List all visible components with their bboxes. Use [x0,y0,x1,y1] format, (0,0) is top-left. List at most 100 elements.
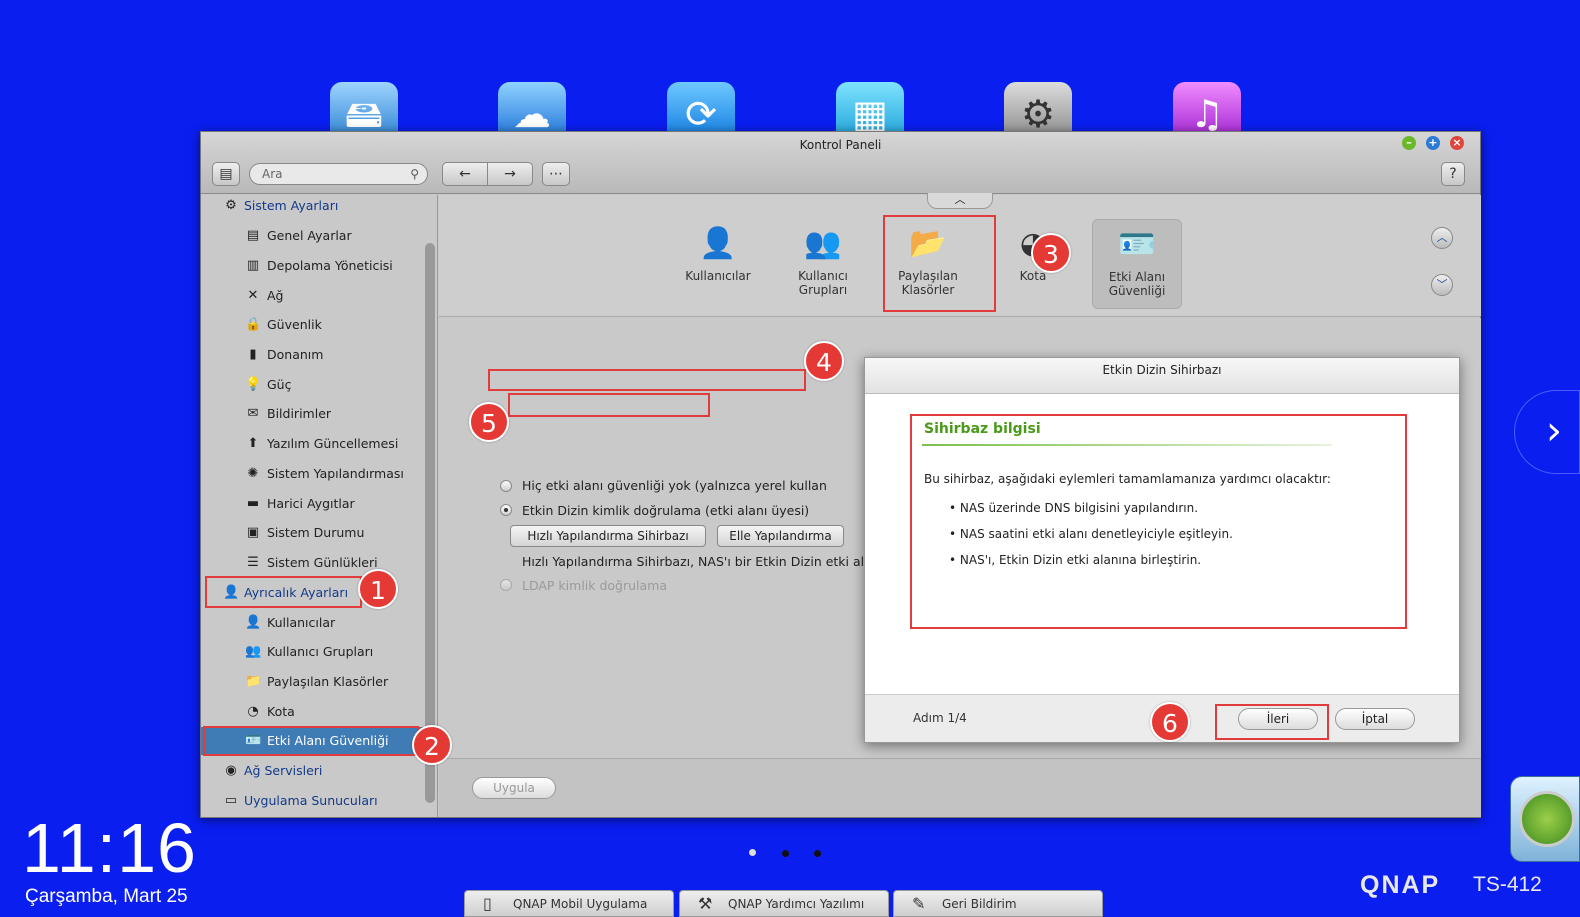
module-domain-security[interactable]: 🪪 Etki Alanı Güvenliği [1092,219,1182,309]
lock-icon: 🔒 [245,317,262,332]
network-icon: ✕ [247,288,259,303]
quota-icon: ◔ [247,704,259,719]
module-users[interactable]: 👤 Kullanıcılar [673,219,763,309]
cancel-button[interactable]: İptal [1335,708,1415,730]
app-server-icon: ▭ [224,793,238,808]
clock-date: Çarşamba, Mart 25 [25,886,188,907]
sidebar: ⚙ Sistem Ayarları ▤ Genel Ayarlar ▥ Depolam… [201,195,438,817]
monitor-icon: ▣ [246,525,260,540]
search-icon: ⚲ [410,167,419,181]
highlight-next-button [1215,704,1329,740]
scroll-up-icon[interactable]: ︿ [1431,227,1453,249]
step-badge-5: 5 [469,402,509,442]
help-button[interactable]: ? [1441,162,1465,186]
step-badge-4: 4 [804,341,844,381]
content-footer: Uygula [439,758,1481,817]
search-placeholder: Ara [262,167,283,181]
highlight-wizard-info [910,414,1407,629]
sidebar-item-power[interactable]: 💡 Güç [201,371,423,399]
highlight-ad-option [488,369,806,391]
taskbar-mobile-app[interactable]: ▯ QNAP Mobil Uygulama [464,890,674,917]
user-icon: 👤 [245,615,262,630]
user-icon: 👤 [699,226,737,261]
sidebar-item-hardware[interactable]: ▮ Donanım [201,341,423,369]
highlight-privilege-category [205,576,362,608]
taskbar-utility[interactable]: ⚒ QNAP Yardımcı Yazılımı [679,890,889,917]
radio-ldap[interactable] [500,579,512,591]
sidebar-category-system[interactable]: ⚙ Sistem Ayarları [201,192,423,220]
highlight-quick-wizard [508,393,710,417]
gear-icon: ⚙ [225,198,237,213]
gauge-icon [1519,791,1575,847]
user-group-icon: 👥 [245,644,262,659]
network-services-icon: ◉ [225,763,237,778]
sidebar-item-general[interactable]: ▤ Genel Ayarlar [201,222,423,250]
external-device-icon: ▬ [246,496,260,511]
sidebar-item-notifications[interactable]: ✉ Bildirimler [201,400,423,428]
grid-view-button[interactable]: ⋯ [542,162,570,186]
window-titlebar: Kontrol Paneli – + × ▤ Ara ⚲ ← → ⋯ ? [201,132,1480,194]
sidebar-item-users[interactable]: 👤 Kullanıcılar [201,609,423,637]
hammer-icon: ⚒ [698,894,713,913]
sidebar-scrollbar[interactable] [425,243,435,803]
page-dot[interactable] [749,849,756,856]
sidebar-item-quota[interactable]: ◔ Kota [201,698,423,726]
module-user-groups[interactable]: 👥 Kullanıcı Grupları [778,219,868,309]
notification-icon: ✉ [247,406,259,421]
taskbar-feedback[interactable]: ✎ Geri Bildirim [893,890,1103,917]
dialog-title: Etkin Dizin Sihirbazı [865,358,1459,394]
general-settings-icon: ▤ [246,228,260,243]
collapse-icon[interactable]: ︿ [927,193,993,209]
firmware-icon: ⬆ [247,436,259,451]
sidebar-item-network[interactable]: ✕ Ağ [201,282,423,310]
sidebar-category-network-services[interactable]: ◉ Ağ Servisleri [201,757,423,785]
quick-wizard-description: Hızlı Yapılandırma Sihirbazı, NAS'ı bir … [522,554,892,569]
radio-active-directory[interactable] [500,504,512,516]
step-badge-6: 6 [1150,702,1190,742]
sidebar-item-storage[interactable]: ▥ Depolama Yöneticisi [201,252,423,280]
step-badge-1: 1 [358,569,398,609]
highlight-domain-security-module [883,215,996,312]
window-title: Kontrol Paneli [799,138,882,152]
sidebar-item-system-config[interactable]: ✺ Sistem Yapılandırması [201,460,423,488]
option-no-domain-security: Hiç etki alanı güvenliği yok (yalnızca y… [522,478,827,493]
page-dot[interactable] [782,850,789,857]
sidebar-item-external-devices[interactable]: ▬ Harici Aygıtlar [201,490,423,518]
forward-button[interactable]: → [487,162,533,186]
domain-security-icon: 🪪 [1118,227,1156,262]
scroll-down-icon[interactable]: ﹀ [1431,274,1453,296]
hardware-icon: ▮ [249,347,257,362]
radio-no-domain-security[interactable] [500,480,512,492]
sidebar-category-app-servers[interactable]: ▭ Uygulama Sunucuları [201,787,423,815]
power-icon: 💡 [245,377,262,392]
phone-icon: ▯ [483,894,492,913]
next-page-arrow-icon[interactable]: › [1514,390,1580,474]
page-dot[interactable] [814,850,821,857]
back-button[interactable]: ← [442,162,488,186]
sidebar-item-firmware[interactable]: ⬆ Yazılım Güncellemesi [201,430,423,458]
maximize-icon[interactable]: + [1426,136,1440,150]
close-icon[interactable]: × [1450,136,1464,150]
step-badge-2: 2 [412,725,452,765]
sidebar-item-security[interactable]: 🔒 Güvenlik [201,311,423,339]
minimize-icon[interactable]: – [1402,136,1416,150]
brand-logo: QNAP [1360,871,1441,899]
log-icon: ☰ [247,555,259,570]
option-active-directory: Etkin Dizin kimlik doğrulama (etki alanı… [522,503,810,518]
manual-config-button[interactable]: Elle Yapılandırma [717,525,844,547]
storage-icon: ▥ [246,258,260,273]
highlight-domain-security-item [203,726,419,756]
user-group-icon: 👥 [804,226,842,261]
wizard-step: Adım 1/4 [913,711,967,725]
dashboard-widget-icon[interactable] [1510,776,1580,862]
sidebar-toggle-icon[interactable]: ▤ [212,162,240,186]
sidebar-item-user-groups[interactable]: 👥 Kullanıcı Grupları [201,638,423,666]
folder-icon: 📁 [245,674,262,689]
sidebar-item-shared-folders[interactable]: 📁 Paylaşılan Klasörler [201,668,423,696]
sidebar-item-system-status[interactable]: ▣ Sistem Durumu [201,519,423,547]
apply-button[interactable]: Uygula [472,777,556,799]
clock-time: 11:16 [22,809,197,887]
quick-config-wizard-button[interactable]: Hızlı Yapılandırma Sihirbazı [510,525,706,547]
option-ldap: LDAP kimlik doğrulama [522,578,668,593]
search-input[interactable]: Ara ⚲ [249,163,428,185]
